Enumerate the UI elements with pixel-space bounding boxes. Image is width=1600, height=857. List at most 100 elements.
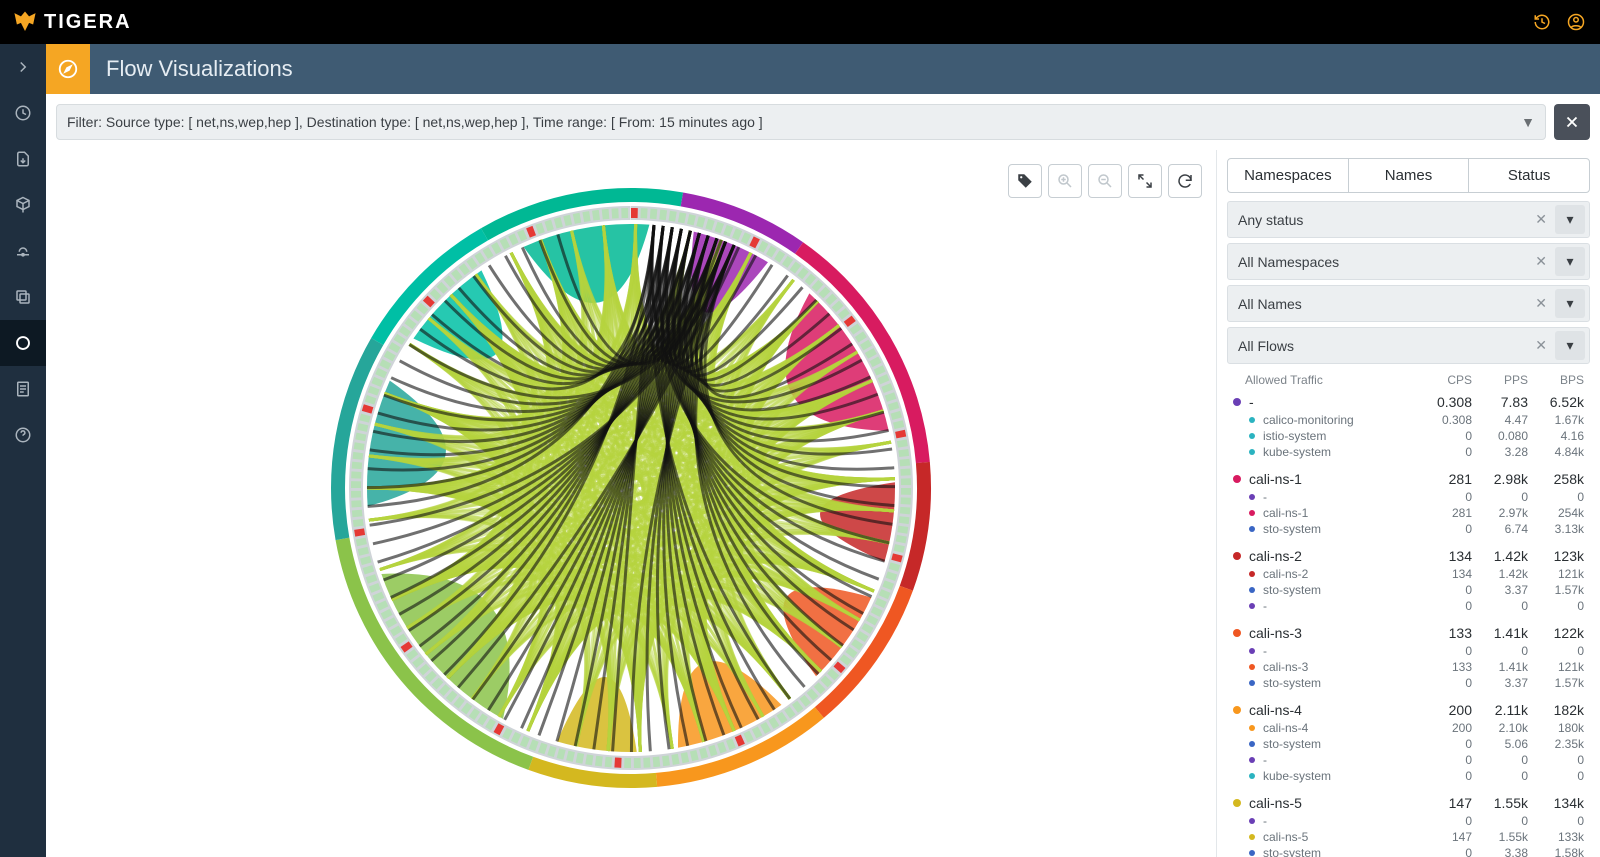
item-bps: 133k <box>1528 830 1584 844</box>
item-bps: 0 <box>1528 644 1584 658</box>
caret-down-icon[interactable]: ▾ <box>1555 331 1585 360</box>
group-row[interactable]: - 0.308 7.83 6.52k <box>1227 389 1590 412</box>
sidebar-item-dashboard[interactable] <box>0 90 46 136</box>
close-icon[interactable]: ✕ <box>1527 337 1555 354</box>
item-pps: 0 <box>1472 599 1528 613</box>
item-name: kube-system <box>1263 769 1416 783</box>
list-item[interactable]: - 0 0 0 <box>1227 643 1590 659</box>
group-row[interactable]: cali-ns-3 133 1.41k 122k <box>1227 620 1590 643</box>
item-bps: 3.13k <box>1528 522 1584 536</box>
item-bps: 180k <box>1528 721 1584 735</box>
sidebar-item-apps[interactable] <box>0 182 46 228</box>
user-icon[interactable] <box>1564 10 1588 34</box>
sidebar-item-copy[interactable] <box>0 274 46 320</box>
caret-down-icon: ▼ <box>1521 114 1535 130</box>
history-icon[interactable] <box>1530 10 1554 34</box>
caret-down-icon[interactable]: ▾ <box>1555 247 1585 276</box>
select-status[interactable]: Any status ✕ ▾ <box>1227 201 1590 238</box>
item-cps: 0 <box>1416 737 1472 751</box>
color-dot-icon <box>1249 417 1255 423</box>
list-item[interactable]: - 0 0 0 <box>1227 489 1590 505</box>
item-cps: 0 <box>1416 583 1472 597</box>
page-title: Flow Visualizations <box>106 56 293 82</box>
item-pps: 1.55k <box>1472 830 1528 844</box>
item-bps: 1.57k <box>1528 676 1584 690</box>
chord-canvas[interactable] <box>46 150 1216 857</box>
item-pps: 1.41k <box>1472 660 1528 674</box>
group-pps: 1.41k <box>1472 625 1528 641</box>
select-flows[interactable]: All Flows ✕ ▾ <box>1227 327 1590 364</box>
sidebar-item-reports[interactable] <box>0 366 46 412</box>
item-name: - <box>1263 644 1416 658</box>
list-item[interactable]: sto-system 0 6.74 3.13k <box>1227 521 1590 537</box>
group-pps: 2.98k <box>1472 471 1528 487</box>
list-item[interactable]: - 0 0 0 <box>1227 813 1590 829</box>
sidebar-item-export[interactable] <box>0 136 46 182</box>
zoom-out-button[interactable] <box>1088 164 1122 198</box>
color-dot-icon <box>1249 449 1255 455</box>
sidebar-item-network[interactable] <box>0 228 46 274</box>
group-cps: 134 <box>1416 548 1472 564</box>
traffic-tree[interactable]: - 0.308 7.83 6.52k calico-monitoring 0.3… <box>1227 389 1590 857</box>
tag-button[interactable] <box>1008 164 1042 198</box>
select-names[interactable]: All Names ✕ ▾ <box>1227 285 1590 322</box>
list-item[interactable]: calico-monitoring 0.308 4.47 1.67k <box>1227 412 1590 428</box>
list-item[interactable]: cali-ns-1 281 2.97k 254k <box>1227 505 1590 521</box>
main: Flow Visualizations Filter: Source type:… <box>46 44 1600 857</box>
list-item[interactable]: kube-system 0 0 0 <box>1227 768 1590 784</box>
item-name: - <box>1263 599 1416 613</box>
list-item[interactable]: cali-ns-5 147 1.55k 133k <box>1227 829 1590 845</box>
list-item[interactable]: sto-system 0 3.37 1.57k <box>1227 675 1590 691</box>
brand-logo[interactable]: TIGERA <box>12 9 132 35</box>
group-row[interactable]: cali-ns-1 281 2.98k 258k <box>1227 466 1590 489</box>
caret-down-icon[interactable]: ▾ <box>1555 205 1585 234</box>
list-item[interactable]: - 0 0 0 <box>1227 598 1590 614</box>
list-item[interactable]: cali-ns-4 200 2.10k 180k <box>1227 720 1590 736</box>
sidebar-item-help[interactable] <box>0 412 46 458</box>
item-name: - <box>1263 490 1416 504</box>
metrics-title: Allowed Traffic <box>1245 373 1416 387</box>
tab-status[interactable]: Status <box>1468 159 1589 192</box>
group-row[interactable]: cali-ns-5 147 1.55k 134k <box>1227 790 1590 813</box>
close-icon[interactable]: ✕ <box>1527 253 1555 270</box>
refresh-button[interactable] <box>1168 164 1202 198</box>
group-bps: 122k <box>1528 625 1584 641</box>
group-row[interactable]: cali-ns-2 134 1.42k 123k <box>1227 543 1590 566</box>
list-item[interactable]: sto-system 0 3.38 1.58k <box>1227 845 1590 857</box>
tab-namespaces[interactable]: Namespaces <box>1228 159 1348 192</box>
group-row[interactable]: cali-ns-4 200 2.11k 182k <box>1227 697 1590 720</box>
tab-names[interactable]: Names <box>1348 159 1469 192</box>
fullscreen-button[interactable] <box>1128 164 1162 198</box>
list-item[interactable]: sto-system 0 5.06 2.35k <box>1227 736 1590 752</box>
item-cps: 0 <box>1416 644 1472 658</box>
chord-diagram[interactable] <box>311 168 951 808</box>
filter-input[interactable]: Filter: Source type: [ net,ns,wep,hep ],… <box>56 104 1546 140</box>
sidebar-toggle[interactable] <box>0 44 46 90</box>
list-item[interactable]: istio-system 0 0.080 4.16 <box>1227 428 1590 444</box>
sidebar-item-flowviz[interactable] <box>0 320 46 366</box>
caret-down-icon[interactable]: ▾ <box>1555 289 1585 318</box>
item-name: - <box>1263 814 1416 828</box>
item-name: cali-ns-2 <box>1263 567 1416 581</box>
list-item[interactable]: kube-system 0 3.28 4.84k <box>1227 444 1590 460</box>
group-pps: 2.11k <box>1472 702 1528 718</box>
brand-text: TIGERA <box>44 11 132 34</box>
group-cps: 147 <box>1416 795 1472 811</box>
list-item[interactable]: cali-ns-2 134 1.42k 121k <box>1227 566 1590 582</box>
group-cps: 133 <box>1416 625 1472 641</box>
item-pps: 0 <box>1472 769 1528 783</box>
list-item[interactable]: sto-system 0 3.37 1.57k <box>1227 582 1590 598</box>
select-namespaces[interactable]: All Namespaces ✕ ▾ <box>1227 243 1590 280</box>
list-item[interactable]: cali-ns-3 133 1.41k 121k <box>1227 659 1590 675</box>
item-bps: 121k <box>1528 567 1584 581</box>
close-icon[interactable]: ✕ <box>1527 211 1555 228</box>
color-dot-icon <box>1249 571 1255 577</box>
close-icon[interactable]: ✕ <box>1527 295 1555 312</box>
group-bps: 123k <box>1528 548 1584 564</box>
item-pps: 3.28 <box>1472 445 1528 459</box>
item-name: cali-ns-1 <box>1263 506 1416 520</box>
list-item[interactable]: - 0 0 0 <box>1227 752 1590 768</box>
zoom-in-button[interactable] <box>1048 164 1082 198</box>
clear-filter-button[interactable] <box>1554 104 1590 140</box>
item-cps: 147 <box>1416 830 1472 844</box>
